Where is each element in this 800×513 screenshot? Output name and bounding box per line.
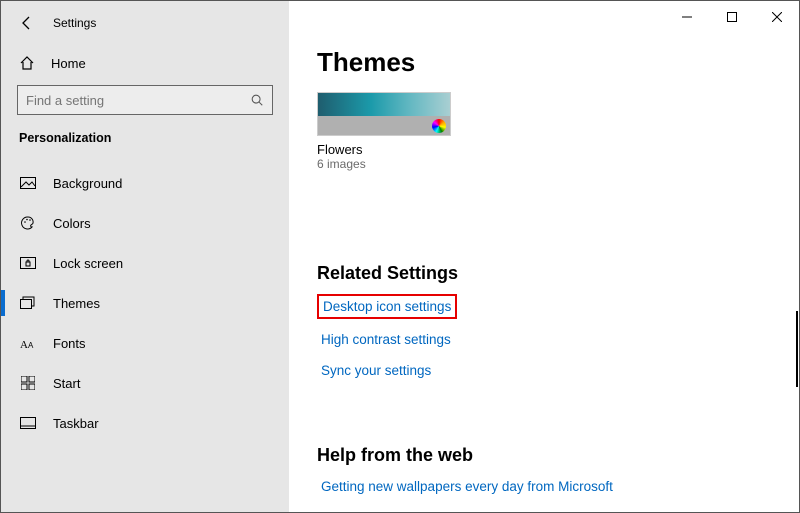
theme-subtitle: 6 images (317, 157, 451, 171)
svg-text:A: A (28, 341, 34, 350)
nav-label: Lock screen (53, 256, 123, 271)
nav-item-lockscreen[interactable]: Lock screen (1, 243, 289, 283)
taskbar-icon (19, 417, 37, 429)
theme-name: Flowers (317, 142, 451, 157)
link-desktop-icon-settings[interactable]: Desktop icon settings (317, 294, 457, 319)
page-title: Themes (317, 47, 799, 78)
palette-icon (19, 215, 37, 231)
section-label: Personalization (1, 125, 289, 163)
svg-text:A: A (20, 339, 28, 350)
lockscreen-icon (19, 257, 37, 269)
scrollbar[interactable] (796, 311, 798, 387)
nav-item-start[interactable]: Start (1, 363, 289, 403)
app-title: Settings (53, 16, 96, 30)
nav-item-colors[interactable]: Colors (1, 203, 289, 243)
start-icon (19, 376, 37, 390)
related-heading: Related Settings (317, 263, 799, 284)
link-sync-settings[interactable]: Sync your settings (317, 360, 435, 381)
search-box[interactable] (17, 85, 273, 115)
maximize-button[interactable] (709, 1, 754, 33)
nav-item-themes[interactable]: Themes (1, 283, 289, 323)
link-wallpapers-help[interactable]: Getting new wallpapers every day from Mi… (317, 476, 617, 497)
home-icon (19, 55, 37, 71)
home-label: Home (51, 56, 86, 71)
search-input[interactable] (26, 93, 250, 108)
nav-item-background[interactable]: Background (1, 163, 289, 203)
nav-label: Colors (53, 216, 91, 231)
nav-item-fonts[interactable]: AA Fonts (1, 323, 289, 363)
nav-label: Themes (53, 296, 100, 311)
nav-label: Background (53, 176, 122, 191)
main-content: Themes Flowers 6 images Related Settings… (289, 1, 799, 512)
nav-label: Fonts (53, 336, 86, 351)
nav-label: Taskbar (53, 416, 99, 431)
color-wheel-icon (432, 119, 446, 133)
help-heading: Help from the web (317, 445, 799, 466)
minimize-button[interactable] (664, 1, 709, 33)
nav-item-taskbar[interactable]: Taskbar (1, 403, 289, 443)
picture-icon (19, 177, 37, 189)
fonts-icon: AA (19, 336, 37, 350)
nav-list: Background Colors Lock screen Themes AA … (1, 163, 289, 443)
link-high-contrast[interactable]: High contrast settings (317, 329, 455, 350)
nav-label: Start (53, 376, 80, 391)
back-button[interactable] (13, 9, 41, 37)
close-button[interactable] (754, 1, 799, 33)
theme-thumbnail (317, 92, 451, 136)
sidebar: Settings Home Personalization Background… (1, 1, 289, 512)
home-nav[interactable]: Home (1, 45, 289, 81)
themes-icon (19, 296, 37, 310)
theme-preview[interactable]: Flowers 6 images (317, 92, 451, 171)
search-icon (250, 93, 264, 107)
